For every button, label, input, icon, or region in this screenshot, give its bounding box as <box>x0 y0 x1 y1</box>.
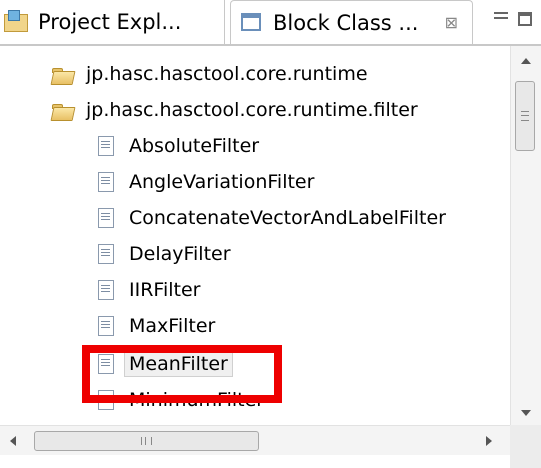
close-tab-icon[interactable]: ⊠ <box>445 13 458 32</box>
highlight-annotation-box <box>82 345 282 403</box>
package-label: jp.hasc.hasctool.core.runtime.filter <box>86 99 418 121</box>
tree-item-class[interactable]: AbsoluteFilter <box>0 128 259 164</box>
view-bottom-edge <box>0 455 510 468</box>
tab-project-explorer[interactable]: Project Expl... <box>0 0 225 44</box>
package-folder-icon <box>52 99 74 121</box>
tree-item-package[interactable]: jp.hasc.hasctool.core.runtime <box>0 56 368 92</box>
tab-block-class-label: Block Class ... <box>273 10 419 35</box>
class-label: DelayFilter <box>129 243 231 265</box>
tree-item-class[interactable]: MaxFilter <box>0 308 215 344</box>
class-file-icon <box>95 315 117 337</box>
class-file-icon <box>95 207 117 229</box>
tree-item-class[interactable]: AngleVariationFilter <box>0 164 314 200</box>
scroll-right-arrow-icon[interactable] <box>486 436 492 446</box>
class-label: AbsoluteFilter <box>129 135 260 157</box>
class-file-icon <box>95 135 117 157</box>
view-tab-bar: Project Expl... Block Class ... ⊠ <box>0 0 541 46</box>
horizontal-scrollbar[interactable] <box>0 425 510 456</box>
horizontal-scroll-thumb[interactable] <box>34 431 259 451</box>
grip-icon <box>141 437 152 445</box>
minimize-icon[interactable] <box>494 12 508 19</box>
class-file-icon <box>95 171 117 193</box>
view-controls <box>488 6 541 36</box>
tree-item-class[interactable]: ConcatenateVectorAndLabelFilter <box>0 200 446 236</box>
class-label: ConcatenateVectorAndLabelFilter <box>129 207 446 229</box>
tab-project-explorer-label: Project Expl... <box>38 10 182 34</box>
package-label: jp.hasc.hasctool.core.runtime <box>86 63 368 85</box>
grip-icon <box>521 111 529 121</box>
class-label: IIRFilter <box>129 279 201 301</box>
package-folder-icon <box>52 63 74 85</box>
scrollbar-corner <box>510 425 541 468</box>
scroll-down-arrow-icon[interactable] <box>521 410 531 416</box>
tree-item-class[interactable]: DelayFilter <box>0 236 231 272</box>
class-label: MaxFilter <box>129 315 216 337</box>
tab-block-class[interactable]: Block Class ... ⊠ <box>230 0 473 44</box>
vertical-scroll-thumb[interactable] <box>515 81 535 151</box>
maximize-icon[interactable] <box>518 12 532 26</box>
scroll-left-arrow-icon[interactable] <box>10 436 16 446</box>
tree-item-class[interactable]: IIRFilter <box>0 272 200 308</box>
class-file-icon <box>95 243 117 265</box>
scroll-up-arrow-icon[interactable] <box>521 58 531 64</box>
tree-item-package[interactable]: jp.hasc.hasctool.core.runtime.filter <box>0 92 418 128</box>
project-explorer-icon <box>4 10 30 34</box>
block-class-view-icon <box>239 11 265 35</box>
vertical-scrollbar[interactable] <box>510 46 541 425</box>
class-file-icon <box>95 279 117 301</box>
class-label: AngleVariationFilter <box>129 171 315 193</box>
